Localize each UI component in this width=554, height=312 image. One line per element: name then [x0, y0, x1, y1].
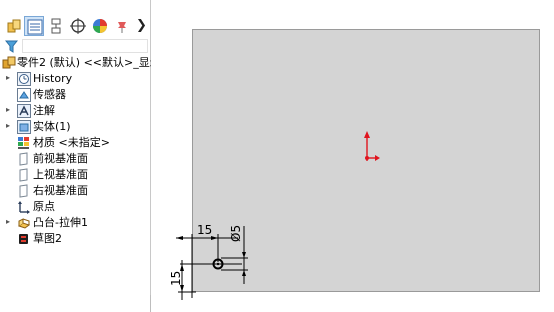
- extra-tab[interactable]: [112, 16, 132, 36]
- propertymanager-tab[interactable]: [24, 16, 44, 36]
- featuremanager-tab[interactable]: [4, 16, 24, 36]
- crosshair-icon: [70, 18, 86, 34]
- tree-item-label: 注解: [33, 104, 55, 117]
- solid-body-icon: [17, 120, 31, 134]
- tree-item-label: 材质 <未指定>: [33, 136, 110, 149]
- extrude-icon: [17, 218, 31, 229]
- sketch-icon: [19, 234, 28, 244]
- origin-icon: [18, 201, 30, 214]
- expand-arrow-icon[interactable]: ▸: [6, 217, 10, 226]
- expand-arrow-icon[interactable]: ▸: [6, 121, 10, 130]
- tree-item-front-plane[interactable]: 前视基准面: [0, 151, 151, 167]
- expand-arrow-icon[interactable]: ▸: [6, 105, 10, 114]
- tree-item-right-plane[interactable]: 右视基准面: [0, 183, 151, 199]
- tree-item-label: 实体(1): [33, 120, 71, 133]
- tree-item-label: 凸台-拉伸1: [33, 216, 88, 229]
- filter-input[interactable]: [22, 39, 148, 53]
- part-icon: [2, 56, 16, 69]
- dim-horizontal-value[interactable]: 15: [197, 223, 212, 237]
- dim-diameter-value[interactable]: Ø5: [229, 225, 243, 242]
- expand-arrow-icon[interactable]: ▸: [6, 73, 10, 82]
- sketch-origin-icon: [364, 131, 380, 161]
- dimxpert-tab[interactable]: [68, 16, 88, 36]
- appearance-tab[interactable]: [90, 16, 110, 36]
- tree-item-origin[interactable]: 原点: [0, 199, 151, 215]
- tree-item-label: History: [33, 72, 73, 85]
- history-icon: [17, 72, 31, 86]
- assembly-icon: [7, 19, 21, 33]
- tree-item-label: 草图2: [33, 232, 62, 245]
- tree-root-label: 零件2 (默认) <<默认>_显示状: [17, 56, 172, 69]
- tree-item-label: 上视基准面: [33, 168, 88, 181]
- manager-tab-bar: ❯: [0, 14, 151, 38]
- pushpin-icon: [118, 22, 126, 33]
- sketch-dimensions: 15 Ø5 15: [169, 223, 248, 300]
- tree-item-sensors[interactable]: 传感器: [0, 87, 151, 103]
- annotation-icon: [17, 104, 31, 118]
- appearance-ball-icon: [93, 19, 107, 33]
- filter-bar: [2, 38, 148, 55]
- plane-icon: [19, 168, 28, 182]
- property-list-icon: [27, 19, 43, 35]
- panel-resize-edge[interactable]: [150, 295, 157, 312]
- tree-item-annotations[interactable]: ▸ 注解: [0, 103, 151, 119]
- tree-item-label: 前视基准面: [33, 152, 88, 165]
- tree-item-top-plane[interactable]: 上视基准面: [0, 167, 151, 183]
- dim-vertical-value[interactable]: 15: [169, 271, 183, 286]
- plane-icon: [19, 152, 28, 166]
- configuration-icon: [51, 18, 61, 34]
- tree-item-history[interactable]: ▸ History: [0, 71, 151, 87]
- tree-item-label: 原点: [33, 200, 55, 213]
- filter-icon[interactable]: [5, 40, 18, 53]
- plane-icon: [19, 184, 28, 198]
- tree-item-solid-bodies[interactable]: ▸ 实体(1): [0, 119, 151, 135]
- tree-item-material[interactable]: 材质 <未指定>: [0, 135, 151, 151]
- tree-root-part[interactable]: 零件2 (默认) <<默认>_显示状: [0, 55, 172, 71]
- tree-item-label: 传感器: [33, 88, 66, 101]
- tree-item-sketch2[interactable]: 草图2: [0, 231, 151, 247]
- sensor-icon: [17, 88, 31, 102]
- tree-item-boss-extrude[interactable]: ▸ 凸台-拉伸1: [0, 215, 151, 231]
- tab-scroll-chevron[interactable]: ❯: [136, 17, 147, 35]
- tree-item-label: 右视基准面: [33, 184, 88, 197]
- feature-manager-panel: ❯ 零件2 (默认) <<默认>_显示状 ▸ History 传感器 ▸ 注解 …: [0, 0, 172, 312]
- configurationmanager-tab[interactable]: [46, 16, 66, 36]
- material-icon: [18, 137, 29, 149]
